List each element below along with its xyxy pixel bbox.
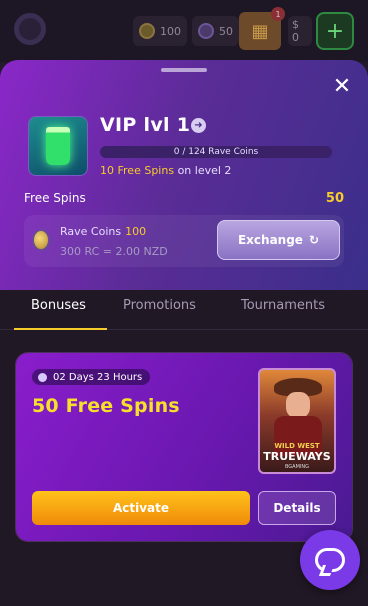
game-title-line2: TRUEWAYS <box>263 450 331 463</box>
active-tab-indicator <box>14 328 107 330</box>
purple-coin-icon <box>198 23 214 39</box>
exchange-label: Exchange <box>237 233 303 247</box>
plus-icon: + <box>325 18 345 44</box>
drag-handle[interactable] <box>161 68 207 72</box>
game-title-line1: WILD WEST <box>274 442 320 450</box>
balance-value: $ 0 <box>292 18 299 44</box>
game-thumbnail[interactable]: WILD WEST TRUEWAYS BGAMING <box>258 368 336 474</box>
rave-coins-card: Rave Coins 100 300 RC = 2.00 NZD Exchange… <box>24 215 344 267</box>
details-button[interactable]: Details <box>258 491 336 525</box>
purple-coins-pill[interactable]: 50 <box>192 16 239 46</box>
vip-progress-text: 0 / 124 Rave Coins <box>173 147 259 157</box>
gift-badge: 1 <box>271 7 285 21</box>
game-provider: BGAMING <box>284 464 310 470</box>
bonus-timer-text: 02 Days 23 Hours <box>53 371 143 383</box>
exchange-button[interactable]: Exchange ↻ <box>217 220 340 260</box>
tab-promotions[interactable]: Promotions <box>123 298 196 313</box>
vip-section: ✕ VIP lvl 1 ➜ 0 / 124 Rave Coins 10 Free… <box>0 60 368 290</box>
activate-button[interactable]: Activate <box>32 491 250 525</box>
exchange-rate: 300 RC = 2.00 NZD <box>60 245 168 258</box>
vip-progress-bar: 0 / 124 Rave Coins <box>100 146 332 158</box>
close-button[interactable]: ✕ <box>331 76 353 98</box>
next-level-suffix: on level 2 <box>177 164 232 177</box>
rave-coins-value: 100 <box>125 225 147 238</box>
bonus-card: 02 Days 23 Hours 50 Free Spins WILD WEST… <box>16 353 352 541</box>
free-spins-label: Free Spins <box>24 191 86 205</box>
live-chat-button[interactable] <box>300 530 360 590</box>
cowgirl-face-shape <box>286 392 310 418</box>
vip-avatar <box>28 116 88 176</box>
gold-coins-pill[interactable]: 100 <box>133 16 187 46</box>
logo-icon[interactable] <box>14 13 46 45</box>
gold-coins-value: 100 <box>160 24 181 38</box>
gift-button[interactable]: ▦ 1 <box>239 7 285 50</box>
gift-icon: ▦ <box>251 20 269 42</box>
gold-coin-icon <box>139 23 155 39</box>
close-icon: ✕ <box>332 74 352 99</box>
vip-level-title: VIP lvl 1 <box>100 114 191 136</box>
chat-bubble-icon <box>315 548 345 572</box>
next-level-bonus: 10 Free Spins <box>100 164 175 177</box>
bonus-timer: 02 Days 23 Hours <box>32 369 151 385</box>
tab-bonuses[interactable]: Bonuses <box>31 298 86 313</box>
refresh-icon: ↻ <box>308 233 320 247</box>
arrow-right-icon: ➜ <box>194 120 203 131</box>
tab-tournaments[interactable]: Tournaments <box>241 298 325 313</box>
top-bar: 100 50 ▦ 1 $ 0 + <box>0 0 368 62</box>
rave-coin-icon <box>32 229 50 251</box>
rave-coins-label: Rave Coins <box>60 225 122 238</box>
purple-coins-value: 50 <box>219 24 233 38</box>
tab-bar: Bonuses Promotions Tournaments <box>0 292 368 330</box>
vip-bottom-sheet: ✕ VIP lvl 1 ➜ 0 / 124 Rave Coins 10 Free… <box>0 60 368 606</box>
clock-icon <box>38 372 47 382</box>
balance-pill[interactable]: $ 0 <box>288 16 312 46</box>
bonus-title: 50 Free Spins <box>32 395 180 417</box>
next-level-reward: 10 Free Spins on level 2 <box>100 164 231 177</box>
rave-coins-row: Rave Coins 100 <box>60 225 146 238</box>
vip-info-button[interactable]: ➜ <box>191 118 206 133</box>
free-spins-value: 50 <box>325 191 344 206</box>
deposit-button[interactable]: + <box>316 12 354 50</box>
cocktail-glass-icon <box>46 127 70 165</box>
